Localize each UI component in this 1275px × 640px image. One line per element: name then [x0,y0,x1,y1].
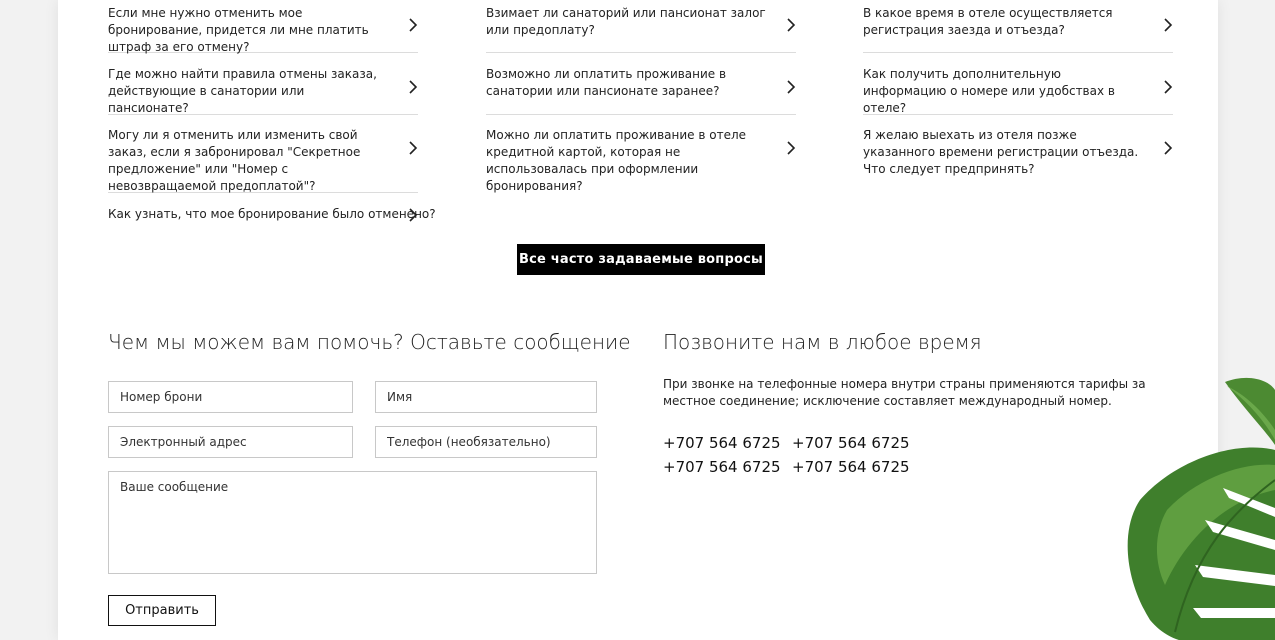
phone-number[interactable]: +707 564 6725 [792,458,910,476]
faq-item[interactable]: Если мне нужно отменить мое бронирование… [108,0,418,54]
submit-button[interactable]: Отправить [108,595,216,626]
faq-question: Как получить дополнительную информацию о… [863,67,1115,115]
call-us-title: Позвоните нам в любое время [663,330,982,354]
faq-item[interactable]: Взимает ли санаторий или пансионат залог… [486,0,796,53]
chevron-right-icon [1163,17,1173,33]
faq-question: Можно ли оплатить проживание в отеле кре… [486,128,747,193]
chevron-right-icon [408,79,418,95]
phone-field[interactable] [375,426,597,458]
chevron-right-icon [786,17,796,33]
faq-item[interactable]: Как получить дополнительную информацию о… [863,53,1173,115]
email-field[interactable] [108,426,353,458]
chevron-right-icon [786,79,796,95]
faq-item[interactable]: Где можно найти правила отмены заказа, д… [108,53,418,115]
chevron-right-icon [408,17,418,33]
phone-number[interactable]: +707 564 6725 [792,434,910,452]
call-us-description: При звонке на телефонные номера внутри с… [663,377,1146,408]
faq-item[interactable]: Как узнать, что мое бронирование было от… [108,193,436,233]
message-form-title: Чем мы можем вам помочь? Оставьте сообще… [108,330,631,354]
faq-question: Могу ли я отменить или изменить свой зак… [108,128,361,193]
faq-item[interactable]: Можно ли оплатить проживание в отеле кре… [486,115,796,193]
faq-item[interactable]: Могу ли я отменить или изменить свой зак… [108,115,418,193]
name-field[interactable] [375,381,597,413]
faq-question: В какое время в отеле осуществляется рег… [863,6,1113,37]
upper-leaf [1225,377,1275,445]
chevron-right-icon [408,140,418,156]
faq-item[interactable]: Я желаю выехать из отеля позже указанног… [863,115,1173,193]
faq-question: Как узнать, что мое бронирование было от… [108,207,436,221]
faq-question: Где можно найти правила отмены заказа, д… [108,67,377,115]
faq-question: Если мне нужно отменить мое бронирование… [108,6,369,54]
chevron-right-icon [408,207,418,223]
monstera-leaf-image [1127,377,1275,640]
faq-question: Возможно ли оплатить проживание в санато… [486,67,727,98]
chevron-right-icon [1163,79,1173,95]
faq-item[interactable]: Возможно ли оплатить проживание в санато… [486,53,796,115]
message-textarea[interactable] [108,471,597,574]
faq-question: Я желаю выехать из отеля позже указанног… [863,128,1139,176]
chevron-right-icon [786,140,796,156]
phone-number[interactable]: +707 564 6725 [663,434,781,452]
all-faq-button[interactable]: Все часто задаваемые вопросы [517,244,765,275]
phone-number[interactable]: +707 564 6725 [663,458,781,476]
faq-question: Взимает ли санаторий или пансионат залог… [486,6,766,37]
booking-number-field[interactable] [108,381,353,413]
chevron-right-icon [1163,140,1173,156]
faq-item[interactable]: В какое время в отеле осуществляется рег… [863,0,1173,53]
